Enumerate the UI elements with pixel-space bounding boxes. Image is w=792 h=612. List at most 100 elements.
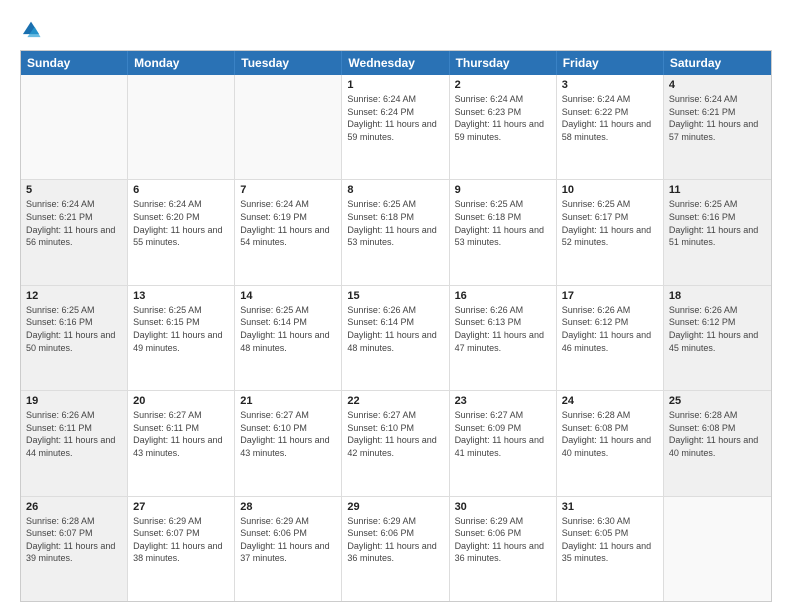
day-info: Sunrise: 6:25 AM Sunset: 6:17 PM Dayligh… <box>562 198 658 248</box>
day-info: Sunrise: 6:28 AM Sunset: 6:07 PM Dayligh… <box>26 515 122 565</box>
calendar-cell: 1 Sunrise: 6:24 AM Sunset: 6:24 PM Daylig… <box>342 75 449 179</box>
page: SundayMondayTuesdayWednesdayThursdayFrid… <box>0 0 792 612</box>
calendar-cell: 30 Sunrise: 6:29 AM Sunset: 6:06 PM Dayli… <box>450 497 557 601</box>
calendar-cell: 4Sunrise: 6:24 AM Sunset: 6:21 PM Daylig… <box>664 75 771 179</box>
day-number: 27 <box>133 501 229 513</box>
calendar-cell: 25 Sunrise: 6:28 AM Sunset: 6:08 PM Dayli… <box>664 391 771 495</box>
logo <box>20 18 46 40</box>
day-number: 26 <box>26 501 122 513</box>
calendar-cell <box>21 75 128 179</box>
weekday-header: Tuesday <box>235 51 342 75</box>
calendar-cell: 29 Sunrise: 6:29 AM Sunset: 6:06 PM Dayli… <box>342 497 449 601</box>
day-info: Sunrise: 6:27 AM Sunset: 6:11 PM Dayligh… <box>133 409 229 459</box>
calendar-cell: 15 Sunrise: 6:26 AM Sunset: 6:14 PM Dayli… <box>342 286 449 390</box>
weekday-header: Wednesday <box>342 51 449 75</box>
day-info: Sunrise: 6:24 AM Sunset: 6:23 PM Dayligh… <box>455 93 551 143</box>
day-info: Sunrise: 6:24 AM Sunset: 6:21 PM Dayligh… <box>669 93 766 143</box>
day-info: Sunrise: 6:27 AM Sunset: 6:09 PM Dayligh… <box>455 409 551 459</box>
calendar-cell: 14 Sunrise: 6:25 AM Sunset: 6:14 PM Dayli… <box>235 286 342 390</box>
day-number: 31 <box>562 501 658 513</box>
calendar-cell: 10 Sunrise: 6:25 AM Sunset: 6:17 PM Dayli… <box>557 180 664 284</box>
calendar-cell: 12 Sunrise: 6:25 AM Sunset: 6:16 PM Dayli… <box>21 286 128 390</box>
weekday-header: Friday <box>557 51 664 75</box>
calendar-row: 1 Sunrise: 6:24 AM Sunset: 6:24 PM Daylig… <box>21 75 771 179</box>
day-info: Sunrise: 6:26 AM Sunset: 6:12 PM Dayligh… <box>562 304 658 354</box>
day-number: 20 <box>133 395 229 407</box>
day-info: Sunrise: 6:25 AM Sunset: 6:16 PM Dayligh… <box>26 304 122 354</box>
day-info: Sunrise: 6:24 AM Sunset: 6:22 PM Dayligh… <box>562 93 658 143</box>
day-number: 6 <box>133 184 229 196</box>
calendar-cell: 28 Sunrise: 6:29 AM Sunset: 6:06 PM Dayli… <box>235 497 342 601</box>
day-number: 12 <box>26 290 122 302</box>
calendar-row: 26 Sunrise: 6:28 AM Sunset: 6:07 PM Dayli… <box>21 496 771 601</box>
day-info: Sunrise: 6:25 AM Sunset: 6:16 PM Dayligh… <box>669 198 766 248</box>
weekday-header: Sunday <box>21 51 128 75</box>
day-number: 11 <box>669 184 766 196</box>
day-info: Sunrise: 6:26 AM Sunset: 6:13 PM Dayligh… <box>455 304 551 354</box>
day-number: 28 <box>240 501 336 513</box>
day-info: Sunrise: 6:24 AM Sunset: 6:24 PM Dayligh… <box>347 93 443 143</box>
day-info: Sunrise: 6:25 AM Sunset: 6:14 PM Dayligh… <box>240 304 336 354</box>
calendar-row: 19Sunrise: 6:26 AM Sunset: 6:11 PM Dayli… <box>21 390 771 495</box>
day-info: Sunrise: 6:30 AM Sunset: 6:05 PM Dayligh… <box>562 515 658 565</box>
day-info: Sunrise: 6:29 AM Sunset: 6:06 PM Dayligh… <box>455 515 551 565</box>
calendar-cell: 27 Sunrise: 6:29 AM Sunset: 6:07 PM Dayli… <box>128 497 235 601</box>
calendar-cell <box>235 75 342 179</box>
day-number: 14 <box>240 290 336 302</box>
calendar: SundayMondayTuesdayWednesdayThursdayFrid… <box>20 50 772 602</box>
calendar-cell: 31 Sunrise: 6:30 AM Sunset: 6:05 PM Dayli… <box>557 497 664 601</box>
day-number: 8 <box>347 184 443 196</box>
weekday-header: Monday <box>128 51 235 75</box>
day-info: Sunrise: 6:26 AM Sunset: 6:14 PM Dayligh… <box>347 304 443 354</box>
calendar-cell: 6Sunrise: 6:24 AM Sunset: 6:20 PM Daylig… <box>128 180 235 284</box>
day-number: 18 <box>669 290 766 302</box>
calendar-cell: 17 Sunrise: 6:26 AM Sunset: 6:12 PM Dayli… <box>557 286 664 390</box>
weekday-header: Saturday <box>664 51 771 75</box>
day-number: 10 <box>562 184 658 196</box>
calendar-cell: 23 Sunrise: 6:27 AM Sunset: 6:09 PM Dayli… <box>450 391 557 495</box>
calendar-cell: 16 Sunrise: 6:26 AM Sunset: 6:13 PM Dayli… <box>450 286 557 390</box>
calendar-header-row: SundayMondayTuesdayWednesdayThursdayFrid… <box>21 51 771 75</box>
day-info: Sunrise: 6:29 AM Sunset: 6:06 PM Dayligh… <box>240 515 336 565</box>
calendar-cell: 5Sunrise: 6:24 AM Sunset: 6:21 PM Daylig… <box>21 180 128 284</box>
day-info: Sunrise: 6:28 AM Sunset: 6:08 PM Dayligh… <box>669 409 766 459</box>
day-info: Sunrise: 6:27 AM Sunset: 6:10 PM Dayligh… <box>240 409 336 459</box>
day-number: 15 <box>347 290 443 302</box>
day-info: Sunrise: 6:25 AM Sunset: 6:15 PM Dayligh… <box>133 304 229 354</box>
calendar-cell <box>664 497 771 601</box>
calendar-cell: 18Sunrise: 6:26 AM Sunset: 6:12 PM Dayli… <box>664 286 771 390</box>
day-info: Sunrise: 6:29 AM Sunset: 6:07 PM Dayligh… <box>133 515 229 565</box>
day-number: 17 <box>562 290 658 302</box>
calendar-cell <box>128 75 235 179</box>
day-number: 16 <box>455 290 551 302</box>
calendar-cell: 22Sunrise: 6:27 AM Sunset: 6:10 PM Dayli… <box>342 391 449 495</box>
day-info: Sunrise: 6:25 AM Sunset: 6:18 PM Dayligh… <box>347 198 443 248</box>
calendar-row: 5Sunrise: 6:24 AM Sunset: 6:21 PM Daylig… <box>21 179 771 284</box>
calendar-body: 1 Sunrise: 6:24 AM Sunset: 6:24 PM Daylig… <box>21 75 771 601</box>
day-number: 3 <box>562 79 658 91</box>
calendar-cell: 20 Sunrise: 6:27 AM Sunset: 6:11 PM Dayli… <box>128 391 235 495</box>
calendar-cell: 24 Sunrise: 6:28 AM Sunset: 6:08 PM Dayli… <box>557 391 664 495</box>
day-number: 29 <box>347 501 443 513</box>
calendar-cell: 3 Sunrise: 6:24 AM Sunset: 6:22 PM Daylig… <box>557 75 664 179</box>
calendar-cell: 26 Sunrise: 6:28 AM Sunset: 6:07 PM Dayli… <box>21 497 128 601</box>
calendar-cell: 11 Sunrise: 6:25 AM Sunset: 6:16 PM Dayli… <box>664 180 771 284</box>
calendar-cell: 19Sunrise: 6:26 AM Sunset: 6:11 PM Dayli… <box>21 391 128 495</box>
day-number: 24 <box>562 395 658 407</box>
day-number: 30 <box>455 501 551 513</box>
day-number: 19 <box>26 395 122 407</box>
day-info: Sunrise: 6:28 AM Sunset: 6:08 PM Dayligh… <box>562 409 658 459</box>
day-info: Sunrise: 6:25 AM Sunset: 6:18 PM Dayligh… <box>455 198 551 248</box>
day-number: 25 <box>669 395 766 407</box>
day-info: Sunrise: 6:24 AM Sunset: 6:19 PM Dayligh… <box>240 198 336 248</box>
day-number: 5 <box>26 184 122 196</box>
day-number: 23 <box>455 395 551 407</box>
day-number: 21 <box>240 395 336 407</box>
calendar-cell: 8 Sunrise: 6:25 AM Sunset: 6:18 PM Daylig… <box>342 180 449 284</box>
header <box>20 18 772 40</box>
day-info: Sunrise: 6:29 AM Sunset: 6:06 PM Dayligh… <box>347 515 443 565</box>
logo-icon <box>20 18 42 40</box>
day-number: 7 <box>240 184 336 196</box>
weekday-header: Thursday <box>450 51 557 75</box>
day-number: 1 <box>347 79 443 91</box>
